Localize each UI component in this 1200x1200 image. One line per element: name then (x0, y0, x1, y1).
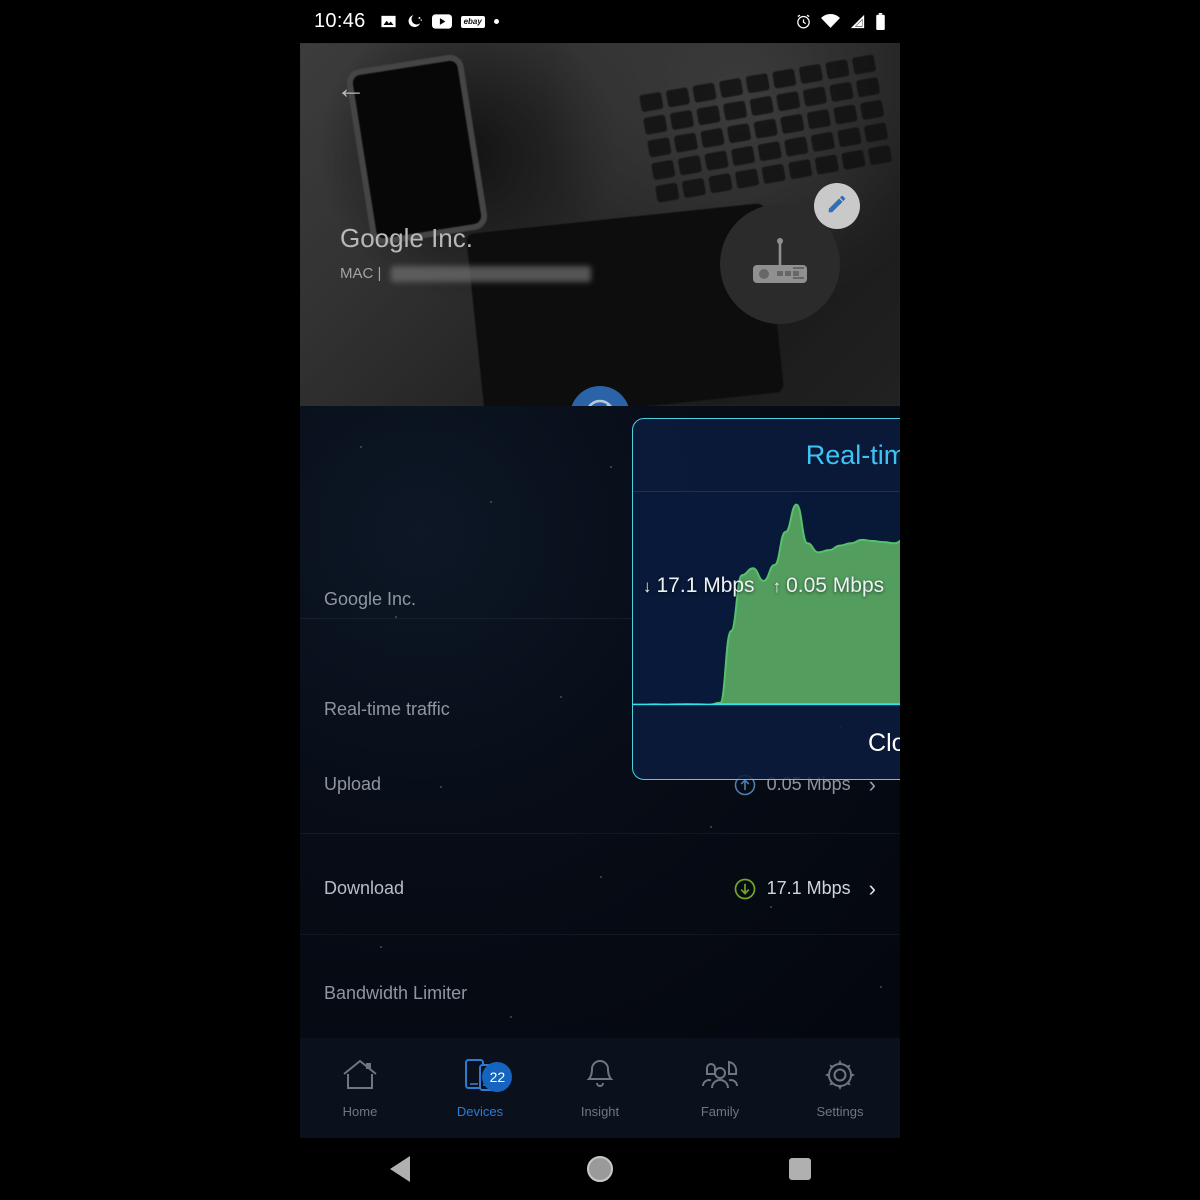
nav-item-family[interactable]: Family (660, 1058, 780, 1119)
nav-label-devices: Devices (456, 1103, 504, 1119)
letterbox-right (900, 0, 1200, 1200)
legend-download-value: 17.1 Mbps (656, 574, 755, 597)
row-label: Bandwidth Limiter (324, 983, 468, 1003)
legend-upload: ↑ 0.05 Mbps (773, 574, 885, 598)
family-icon (700, 1058, 740, 1097)
recents-square-icon (789, 1158, 811, 1180)
nav-item-devices[interactable]: 22 Devices (420, 1058, 540, 1119)
bell-icon (581, 1058, 619, 1097)
row-divider (300, 833, 900, 834)
bottom-navigation: Home 22 Devices Insight Family Settings (300, 1038, 900, 1138)
status-right-icons (795, 13, 886, 30)
nav-item-insight[interactable]: Insight (540, 1058, 660, 1119)
list-item[interactable]: Bandwidth Limiter (300, 945, 900, 1038)
row-value-group: 17.1 Mbps (733, 877, 851, 901)
nav-label-family: Family (700, 1103, 740, 1119)
row-divider (300, 934, 900, 935)
row-value: 17.1 Mbps (766, 878, 851, 898)
dialog-title: Real-time traffic (805, 439, 900, 470)
home-circle-icon (587, 1156, 613, 1182)
legend-upload-value: 0.05 Mbps (786, 574, 885, 597)
device-hero-header: ← Google Inc. MAC | (300, 43, 900, 406)
close-button[interactable]: Close (633, 706, 900, 779)
home-icon (341, 1058, 379, 1097)
device-mac-label: MAC | (340, 265, 382, 282)
router-icon (749, 233, 811, 296)
pencil-icon (826, 193, 848, 220)
list-item[interactable]: Download 17.1 Mbps › (300, 840, 900, 937)
chevron-right-icon: › (868, 875, 876, 901)
nav-label-insight: Insight (580, 1103, 620, 1119)
nav-item-settings[interactable]: Settings (780, 1058, 900, 1119)
gear-icon (822, 1058, 858, 1097)
android-home-button[interactable] (565, 1138, 635, 1200)
edit-device-button[interactable] (814, 183, 860, 229)
legend-download: ↓ 17.1 Mbps (643, 574, 755, 598)
nav-item-home[interactable]: Home (300, 1058, 420, 1119)
device-mac-row: MAC | (340, 265, 592, 282)
back-triangle-icon (390, 1156, 410, 1182)
do-not-disturb-icon (406, 13, 423, 30)
image-icon (380, 13, 397, 30)
download-circle-icon (733, 877, 757, 901)
row-label: Download (324, 878, 405, 898)
upload-arrow-icon: ↑ (772, 577, 782, 596)
chart-legend: ↓ 17.1 Mbps ↑ 0.05 Mbps (643, 574, 884, 598)
youtube-icon (431, 14, 452, 29)
realtime-traffic-dialog: Real-time traffic ↓ 17.1 Mbps ↑ 0.05 Mbp… (632, 418, 900, 780)
android-navigation-bar (300, 1138, 900, 1200)
letterbox-left (0, 0, 300, 1200)
status-clock: 10:46 (314, 10, 366, 32)
android-recents-button[interactable] (765, 1138, 835, 1200)
ebay-icon: ebay (460, 15, 485, 28)
wifi-icon (821, 14, 840, 29)
chart-svg (633, 492, 900, 705)
devices-badge: 22 (482, 1061, 513, 1092)
device-name-title: Google Inc. (340, 223, 473, 253)
cell-signal-icon (849, 14, 866, 29)
block-icon (583, 397, 617, 406)
alarm-icon (795, 13, 812, 30)
nav-label-home: Home (342, 1103, 378, 1119)
download-arrow-icon: ↓ (643, 577, 652, 596)
dot-icon (493, 19, 499, 24)
status-left-icons: ebay (380, 13, 795, 30)
realtime-traffic-chart: ↓ 17.1 Mbps ↑ 0.05 Mbps (633, 492, 900, 705)
status-bar: 10:46 ebay (300, 0, 900, 43)
device-mac-redaction (391, 265, 592, 282)
nav-label-settings: Settings (816, 1103, 864, 1119)
android-back-button[interactable] (365, 1138, 435, 1200)
phone-screen: 10:46 ebay ← Google Inc. MAC | Google In… (300, 0, 900, 1200)
battery-icon (875, 13, 886, 30)
back-button[interactable]: ← (330, 68, 372, 110)
